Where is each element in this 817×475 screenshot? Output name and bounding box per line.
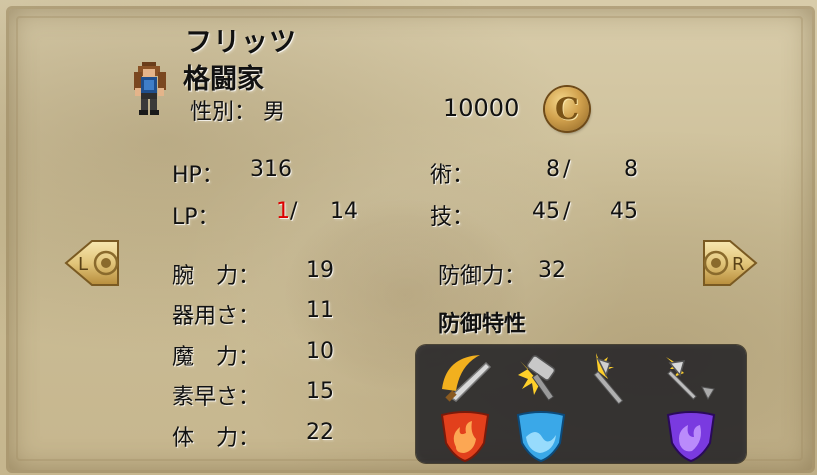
waza-max: 45	[610, 199, 638, 224]
agility-label: 素早さ：	[172, 385, 261, 410]
stamina-label: 体 力：	[172, 426, 261, 451]
waza-label: 技：	[430, 205, 475, 230]
character-name: フリッツ	[185, 27, 297, 58]
jutsu-label: 術：	[430, 163, 475, 188]
prev-character-button[interactable]: L	[62, 233, 122, 293]
blunt-icon	[512, 349, 570, 405]
lp-separator: /	[290, 199, 298, 224]
gender-label: 性別：	[190, 100, 257, 125]
lp-current: 1	[276, 199, 290, 224]
agility-value: 15	[306, 379, 334, 404]
pierce-icon	[586, 349, 644, 405]
defense-label: 防御力：	[438, 264, 527, 289]
next-character-button[interactable]: R	[700, 233, 760, 293]
gender-row: 性別： 男	[190, 94, 285, 126]
gender-value: 男	[263, 100, 286, 125]
fire-shield-icon	[436, 407, 494, 463]
lp-label: LP：	[172, 205, 220, 230]
projectile-icon	[662, 349, 720, 405]
waza-separator: /	[563, 199, 571, 224]
hp-value: 316	[250, 157, 292, 182]
magic-label: 魔 力：	[172, 345, 261, 370]
water-shield-icon	[512, 407, 570, 463]
hp-label: HP：	[172, 163, 224, 188]
strength-value: 19	[306, 258, 334, 283]
l-letter: L	[78, 254, 88, 275]
coin-letter: C	[555, 91, 579, 127]
resist-label: 防御特性	[438, 312, 527, 337]
magic-value: 10	[306, 339, 334, 364]
r-letter: R	[732, 254, 745, 275]
dexterity-value: 11	[306, 298, 334, 323]
money-amount: 10000	[443, 94, 520, 122]
waza-current: 45	[532, 199, 560, 224]
lp-max: 14	[330, 199, 358, 224]
dark-shield-icon	[662, 407, 720, 463]
gold-coin-icon: C	[545, 87, 589, 131]
resistance-panel	[416, 345, 746, 463]
jutsu-max: 8	[624, 157, 638, 182]
strength-label: 腕 力：	[172, 264, 261, 289]
slash-icon	[436, 349, 494, 405]
jutsu-current: 8	[546, 157, 560, 182]
defense-value: 32	[538, 258, 566, 283]
jutsu-separator: /	[563, 157, 571, 182]
stamina-value: 22	[306, 420, 334, 445]
dexterity-label: 器用さ：	[172, 304, 261, 329]
fighter-sprite-icon	[128, 60, 172, 116]
character-class: 格闘家	[183, 64, 264, 95]
